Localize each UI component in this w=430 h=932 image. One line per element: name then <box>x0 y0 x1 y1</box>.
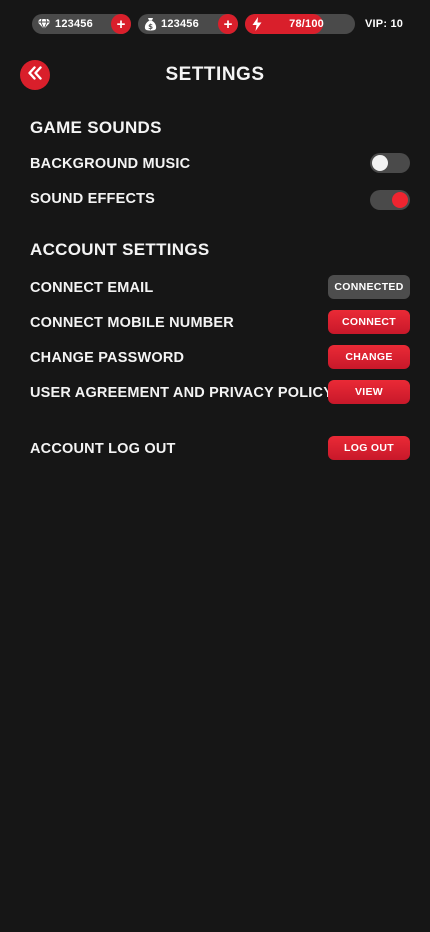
log-out-button[interactable]: LOG OUT <box>328 436 410 460</box>
add-money-button[interactable]: + <box>218 14 238 34</box>
add-gems-button[interactable]: + <box>111 14 131 34</box>
svg-text:$: $ <box>148 23 153 31</box>
money-bag-icon: $ <box>140 14 160 34</box>
currency-bar: 123456 + $ 123456 + 78/100 VIP: 10 <box>32 14 410 34</box>
connect-mobile-button[interactable]: CONNECT <box>328 310 410 334</box>
gems-counter: 123456 + <box>32 14 131 34</box>
settings-screen: 123456 + $ 123456 + 78/100 VIP: 10 SETTI… <box>0 0 430 932</box>
connected-button[interactable]: CONNECTED <box>328 275 410 299</box>
toggle-knob <box>392 192 408 208</box>
view-agreement-button[interactable]: VIEW <box>328 380 410 404</box>
gems-value: 123456 <box>55 18 93 30</box>
page-title: SETTINGS <box>165 64 265 85</box>
connect-email-label: CONNECT EMAIL <box>30 280 154 296</box>
log-out-label: ACCOUNT LOG OUT <box>30 441 176 457</box>
account-settings-heading: ACCOUNT SETTINGS <box>30 240 210 259</box>
money-value: 123456 <box>161 18 199 30</box>
game-sounds-heading: GAME SOUNDS <box>30 118 162 137</box>
toggle-knob <box>372 155 388 171</box>
vip-level: VIP: 10 <box>365 18 404 30</box>
money-counter: $ 123456 + <box>138 14 238 34</box>
energy-value: 78/100 <box>289 18 324 30</box>
connect-mobile-label: CONNECT MOBILE NUMBER <box>30 315 234 331</box>
sound-effects-label: SOUND EFFECTS <box>30 191 156 207</box>
diamond-icon <box>34 14 54 34</box>
background-music-label: BACKGROUND MUSIC <box>30 156 191 172</box>
sound-effects-toggle[interactable] <box>370 190 410 210</box>
change-password-label: CHANGE PASSWORD <box>30 350 185 366</box>
energy-meter: 78/100 <box>245 14 355 34</box>
change-password-button[interactable]: CHANGE <box>328 345 410 369</box>
background-music-toggle[interactable] <box>370 153 410 173</box>
user-agreement-label: USER AGREEMENT AND PRIVACY POLICY <box>30 385 334 401</box>
